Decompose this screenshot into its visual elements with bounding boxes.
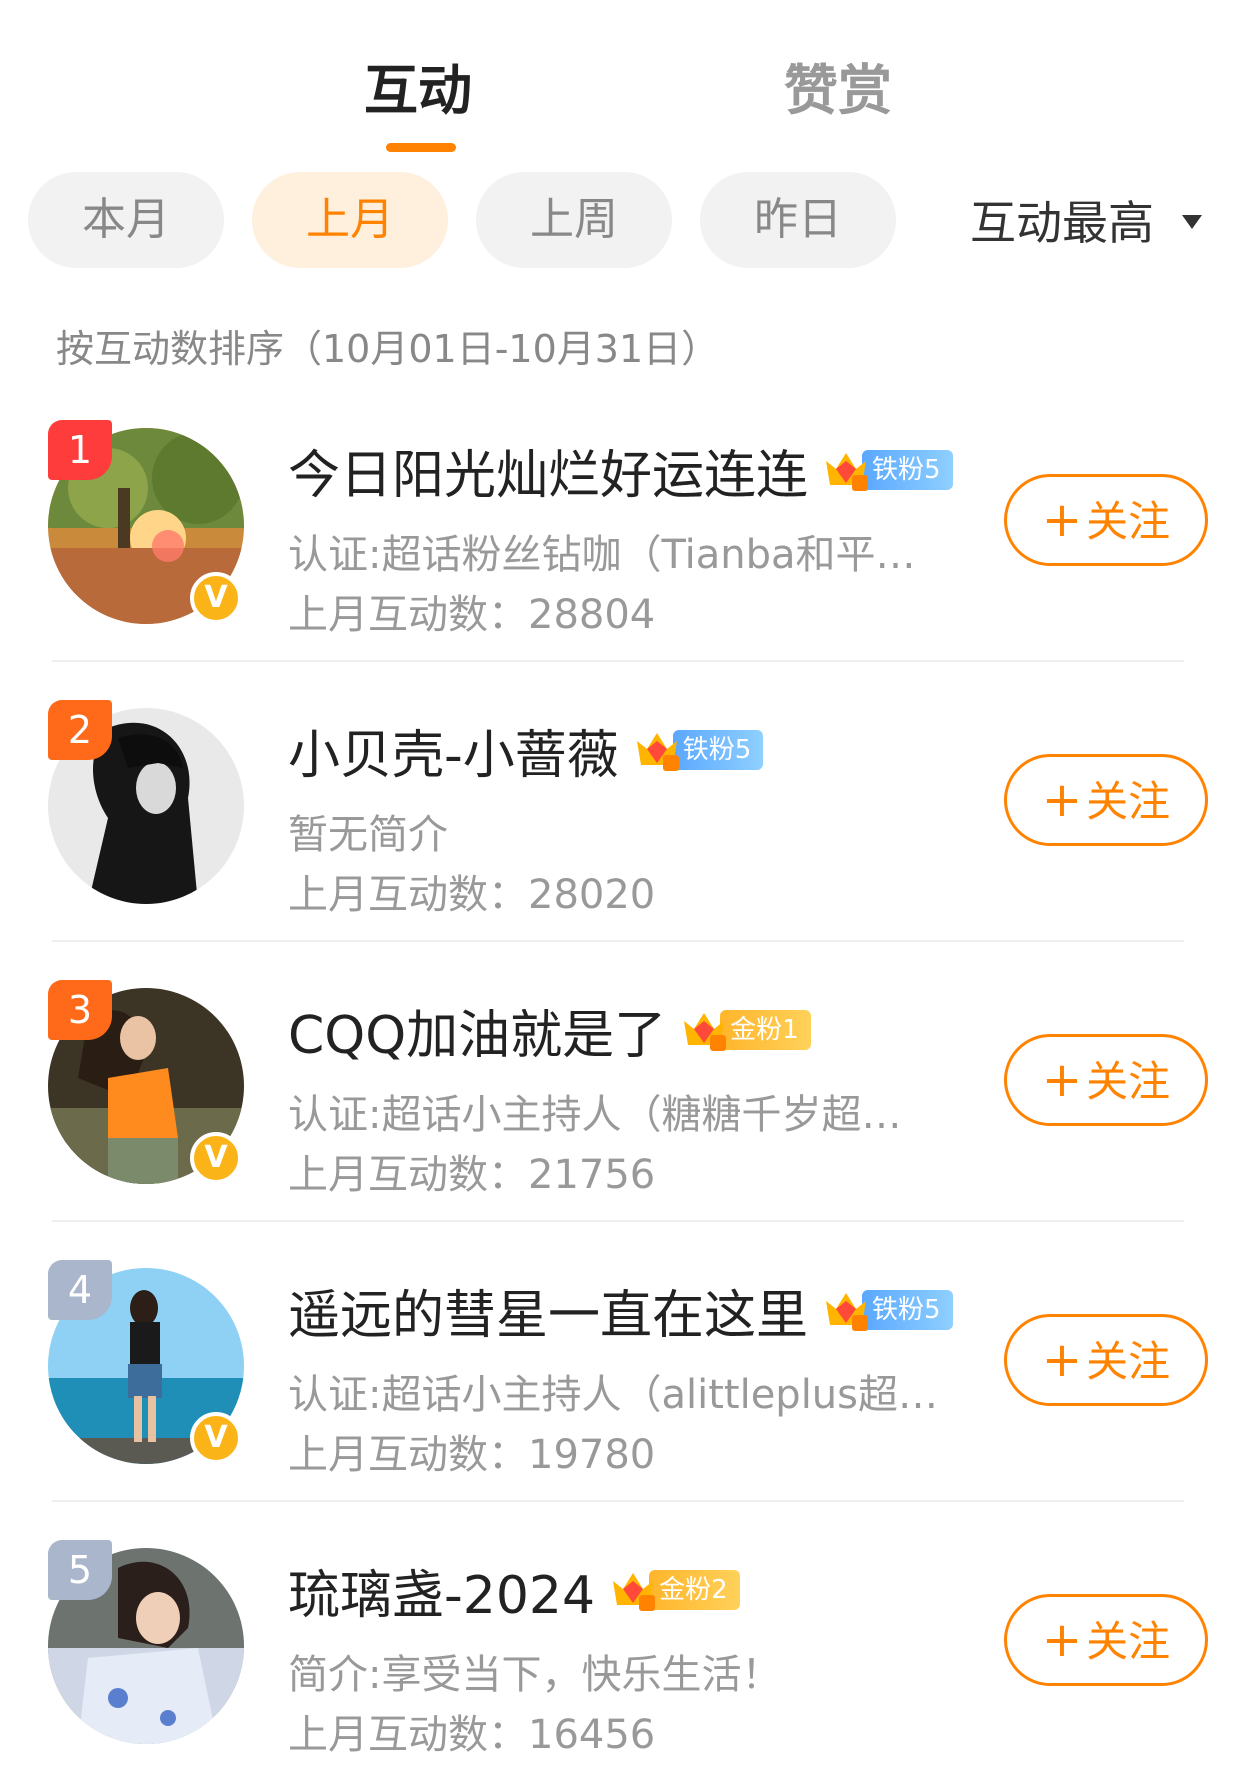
crown-icon [613, 1573, 656, 1611]
filter-this-month[interactable]: 本月 [28, 172, 224, 268]
sort-hint: 按互动数排序（10月01日-10月31日） [56, 327, 720, 371]
user-name[interactable]: 遥远的彗星一直在这里 [288, 1273, 808, 1348]
verified-v-icon: V [190, 1412, 242, 1464]
fan-level-label: 铁粉5 [862, 450, 953, 490]
list-item[interactable]: 1 V 今日阳光灿烂好运连连 铁粉5 认证:超话粉丝钻咖（Tianba和平… 上… [0, 382, 1236, 662]
fan-level-label: 金粉1 [720, 1010, 811, 1050]
filter-last-month[interactable]: 上月 [252, 172, 448, 268]
caret-down-icon [1182, 215, 1202, 229]
fan-badge: 铁粉5 [822, 1287, 953, 1333]
follow-button[interactable]: +关注 [1004, 754, 1208, 846]
follow-label: 关注 [1086, 1617, 1171, 1666]
follow-label: 关注 [1086, 497, 1171, 546]
user-name[interactable]: 小贝壳-小蔷薇 [288, 713, 619, 788]
interaction-count: 上月互动数：28020 [288, 872, 656, 918]
user-name[interactable]: CQQ加油就是了 [288, 993, 666, 1068]
verified-v-icon: V [190, 572, 242, 624]
filter-yesterday[interactable]: 昨日 [700, 172, 896, 268]
follow-label: 关注 [1086, 1337, 1171, 1386]
rank-badge: 2 [48, 700, 112, 760]
verified-v-icon: V [190, 1132, 242, 1184]
follow-label: 关注 [1086, 1057, 1171, 1106]
list-item[interactable]: 3 V CQQ加油就是了 金粉1 认证:超话小主持人（糖糖千岁超… 上月互动数：… [0, 942, 1236, 1222]
follow-button[interactable]: +关注 [1004, 474, 1208, 566]
crown-icon [684, 1013, 727, 1051]
fan-badge: 金粉1 [680, 1007, 811, 1053]
fan-badge: 金粉2 [609, 1567, 740, 1613]
user-name[interactable]: 今日阳光灿烂好运连连 [288, 433, 808, 508]
interaction-count: 上月互动数：28804 [288, 592, 656, 638]
user-name[interactable]: 琉璃盏-2024 [288, 1553, 595, 1628]
user-description: 认证:超话粉丝钻咖（Tianba和平… [288, 532, 916, 578]
user-description: 简介:享受当下，快乐生活！ [288, 1652, 782, 1698]
top-tab-bar: 互动 赞赏 [0, 0, 1236, 160]
active-tab-indicator [386, 143, 456, 152]
follow-label: 关注 [1086, 777, 1171, 826]
follow-button[interactable]: +关注 [1004, 1034, 1208, 1126]
plus-icon: + [1041, 772, 1083, 828]
plus-icon: + [1041, 492, 1083, 548]
list-item[interactable]: 2 小贝壳-小蔷薇 铁粉5 暂无简介 上月互动数：28020 +关注 [0, 662, 1236, 942]
user-description: 认证:超话小主持人（alittleplus超… [288, 1372, 938, 1418]
list-item[interactable]: 5 琉璃盏-2024 金粉2 简介:享受当下，快乐生活！ 上月互动数：16456… [0, 1502, 1236, 1776]
rank-badge: 3 [48, 980, 112, 1040]
tab-reward[interactable]: 赞赏 [784, 46, 892, 125]
follow-button[interactable]: +关注 [1004, 1314, 1208, 1406]
plus-icon: + [1041, 1612, 1083, 1668]
crown-icon [636, 733, 679, 771]
sort-dropdown[interactable]: 互动最高 [970, 190, 1202, 250]
sort-dropdown-label: 互动最高 [970, 196, 1154, 250]
fan-level-label: 铁粉5 [862, 1290, 953, 1330]
rank-badge: 5 [48, 1540, 112, 1600]
fan-level-label: 铁粉5 [672, 730, 764, 770]
fan-badge: 铁粉5 [633, 727, 764, 773]
filter-last-week[interactable]: 上周 [476, 172, 672, 268]
fan-level-label: 金粉2 [649, 1570, 740, 1610]
list-item[interactable]: 4 V 遥远的彗星一直在这里 铁粉5 认证:超话小主持人（alittleplus… [0, 1222, 1236, 1502]
interaction-count: 上月互动数：16456 [288, 1712, 656, 1758]
crown-icon [826, 453, 869, 491]
user-description: 认证:超话小主持人（糖糖千岁超… [288, 1092, 902, 1138]
rank-badge: 4 [48, 1260, 112, 1320]
tab-interaction[interactable]: 互动 [364, 46, 472, 125]
interaction-count: 上月互动数：21756 [288, 1152, 656, 1198]
fan-badge: 铁粉5 [822, 447, 953, 493]
follow-button[interactable]: +关注 [1004, 1594, 1208, 1686]
plus-icon: + [1041, 1052, 1083, 1108]
interaction-count: 上月互动数：19780 [288, 1432, 656, 1478]
plus-icon: + [1041, 1332, 1083, 1388]
rank-badge: 1 [48, 420, 112, 480]
user-description: 暂无简介 [288, 812, 448, 858]
crown-icon [826, 1293, 869, 1331]
